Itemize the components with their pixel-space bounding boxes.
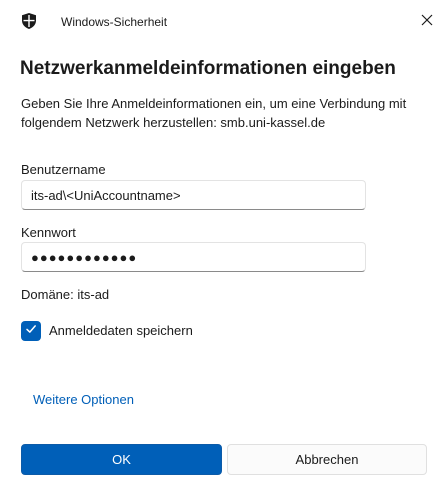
username-label: Benutzername: [21, 162, 106, 177]
app-title: Windows-Sicherheit: [61, 15, 168, 29]
dialog-heading: Netzwerkanmeldeinformationen eingeben: [20, 58, 396, 79]
remember-credentials-label: Anmeldedaten speichern: [49, 323, 193, 338]
dialog-description: Geben Sie Ihre Anmeldeinformationen ein,…: [21, 96, 407, 130]
checkmark-icon: [25, 322, 37, 340]
cancel-button[interactable]: Abbrechen: [227, 444, 427, 475]
title-bar: Windows-Sicherheit: [0, 0, 448, 44]
password-label: Kennwort: [21, 225, 76, 240]
checkbox-box[interactable]: [21, 321, 41, 341]
close-icon: [421, 13, 433, 31]
remember-credentials-checkbox[interactable]: Anmeldedaten speichern: [21, 321, 193, 341]
more-options-link[interactable]: Weitere Optionen: [33, 391, 134, 409]
shield-icon: [20, 12, 38, 30]
button-footer: OK Abbrechen: [0, 432, 448, 496]
ok-button[interactable]: OK: [21, 444, 222, 475]
close-button[interactable]: [412, 8, 442, 36]
password-input[interactable]: [21, 242, 366, 272]
username-input[interactable]: [21, 180, 366, 210]
domain-text: Domäne: its-ad: [21, 287, 110, 302]
